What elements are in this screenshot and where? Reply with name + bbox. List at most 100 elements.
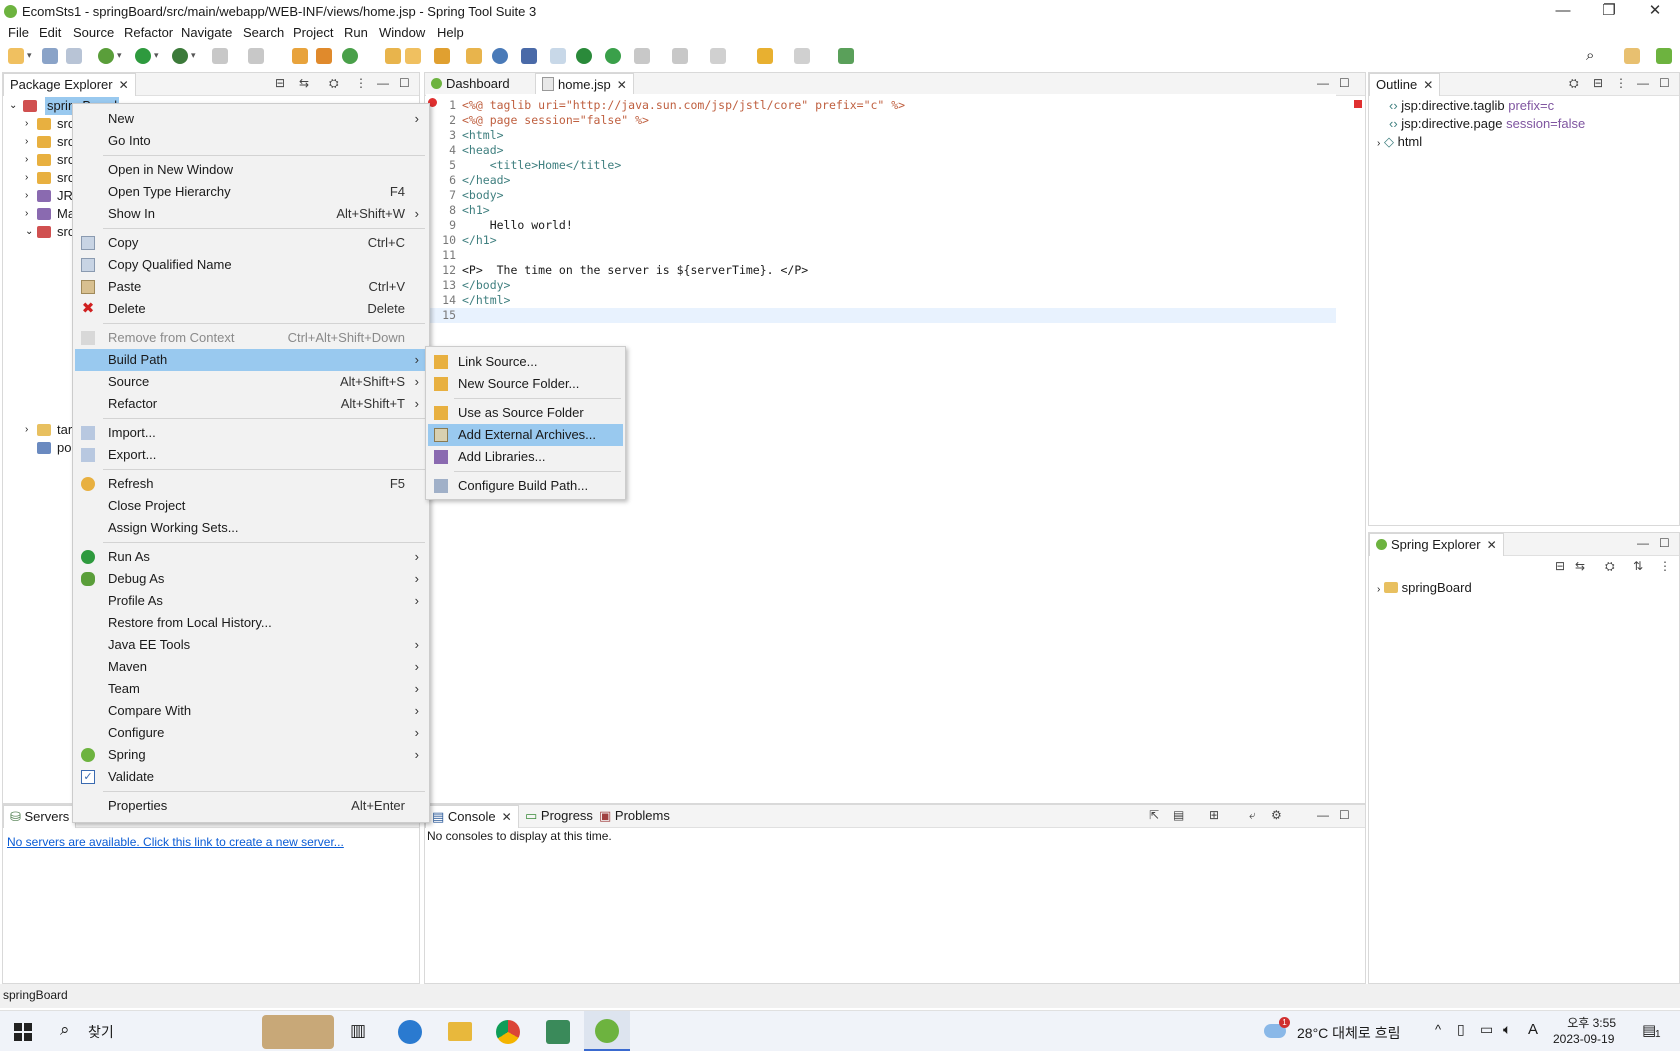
code-line[interactable]: 6 </head> (426, 173, 1336, 188)
menu-item-maven[interactable]: Maven › (75, 656, 427, 678)
chevron-down-icon[interactable]: ⌄ (25, 223, 33, 241)
view-menu-icon[interactable]: ⋮ (1659, 559, 1671, 573)
tab-dashboard[interactable]: Dashboard (425, 73, 516, 95)
ime-indicator[interactable]: A (1528, 1021, 1538, 1038)
code-line[interactable]: 4 <head> (426, 143, 1336, 158)
chevron-down-icon[interactable]: ▾ (191, 50, 196, 61)
disconnect-icon[interactable] (248, 48, 264, 64)
code-line[interactable]: 7 <body> (426, 188, 1336, 203)
minimize-view-icon[interactable]: — (1637, 536, 1649, 550)
menu-edit[interactable]: Edit (39, 25, 61, 40)
maximize-view-icon[interactable]: ☐ (1659, 76, 1670, 90)
volume-icon[interactable]: 🔈︎ (1503, 1021, 1511, 1038)
spring-project-item[interactable]: › springBoard (1377, 579, 1472, 597)
view-menu-icon[interactable]: ⋮ (1615, 76, 1627, 90)
maximize-view-icon[interactable]: ☐ (1339, 808, 1350, 822)
menu-project[interactable]: Project (293, 25, 333, 40)
close-icon[interactable]: ✕ (119, 78, 129, 92)
sort-icon[interactable]: ⇅ (1633, 559, 1643, 573)
link-editor-icon[interactable]: ⇆ (1575, 559, 1585, 573)
windows-start-icon[interactable] (14, 1023, 32, 1041)
menu-item-copy-qualified-name[interactable]: Copy Qualified Name (75, 254, 427, 276)
menu-item-profile-as[interactable]: Profile As › (75, 590, 427, 612)
menu-window[interactable]: Window (379, 25, 425, 40)
back-arrow-icon[interactable] (757, 48, 773, 64)
tab-problems[interactable]: ▣ Problems (593, 805, 676, 827)
menu-item-refresh[interactable]: Refresh F5 (75, 473, 427, 495)
pin-console-icon[interactable]: ⇱ (1149, 808, 1159, 822)
menu-item-validate[interactable]: ✓ Validate (75, 766, 427, 788)
outline-item[interactable]: › ◇ html (1377, 133, 1422, 151)
menu-item-configure[interactable]: Configure › (75, 722, 427, 744)
chevron-right-icon[interactable]: › (25, 169, 28, 187)
minimize-view-icon[interactable]: — (1317, 76, 1329, 90)
close-icon[interactable]: ✕ (617, 78, 627, 92)
app-icon[interactable] (546, 1020, 570, 1044)
weather-text[interactable]: 28°C 대체로 흐림 (1297, 1023, 1400, 1043)
chevron-right-icon[interactable]: › (1377, 138, 1380, 149)
maximize-view-icon[interactable]: ☐ (1339, 76, 1350, 90)
collapse-all-icon[interactable]: ⊟ (1555, 559, 1565, 573)
close-button[interactable]: ✕ (1632, 0, 1678, 24)
menu-item-team[interactable]: Team › (75, 678, 427, 700)
pin-editor-icon[interactable] (838, 48, 854, 64)
open-folder-icon[interactable] (385, 48, 401, 64)
spring-tool-suite-taskbar-button[interactable] (584, 1011, 630, 1051)
menu-item-spring[interactable]: Spring › (75, 744, 427, 766)
open-perspective-icon[interactable] (1624, 48, 1640, 64)
code-line[interactable]: 10 </h1> (426, 233, 1336, 248)
filter-icon[interactable]: ⛭ (1569, 76, 1579, 91)
clock-date[interactable]: 2023-09-19 (1553, 1032, 1614, 1046)
edge-browser-icon[interactable] (398, 1020, 422, 1044)
file-explorer-icon[interactable] (448, 1022, 472, 1041)
tab-console[interactable]: ▤ Console ✕ (425, 805, 519, 828)
menu-item-open-type-hierarchy[interactable]: Open Type Hierarchy F4 (75, 181, 427, 203)
outline-item[interactable]: ‹› jsp:directive.page session=false (1389, 115, 1585, 133)
chevron-right-icon[interactable]: › (25, 115, 28, 133)
globe-icon[interactable] (492, 48, 508, 64)
chevron-right-icon[interactable]: › (25, 151, 28, 169)
search-icon[interactable]: ⌕ (1586, 48, 1602, 64)
close-icon[interactable]: ✕ (1487, 538, 1497, 552)
spring-perspective-icon[interactable] (1656, 48, 1672, 64)
chevron-down-icon[interactable]: ⌄ (9, 97, 17, 115)
refresh-run-icon[interactable] (342, 48, 358, 64)
taskbar-search-label[interactable]: 찾기 (88, 1022, 114, 1042)
chevron-right-icon[interactable]: › (25, 133, 28, 151)
code-line[interactable]: 12 <P> The time on the server is ${server… (426, 263, 1336, 278)
menu-item-import[interactable]: Import... (75, 422, 427, 444)
code-line[interactable]: 9 Hello world! (426, 218, 1336, 233)
code-line[interactable]: 14 </html> (426, 293, 1336, 308)
chevron-down-icon[interactable]: ▾ (154, 50, 159, 61)
save-icon[interactable] (42, 48, 58, 64)
menu-file[interactable]: File (8, 25, 29, 40)
menu-item-assign-working-sets[interactable]: Assign Working Sets... (75, 517, 427, 539)
menu-run[interactable]: Run (344, 25, 368, 40)
tab-package-explorer[interactable]: Package Explorer ✕ (3, 73, 136, 96)
search-marker-icon[interactable] (550, 48, 566, 64)
submenu-item-add-libraries[interactable]: Add Libraries... (428, 446, 623, 468)
menu-item-show-in[interactable]: Show In Alt+Shift+W › (75, 203, 427, 225)
submenu-item-add-external-archives[interactable]: Add External Archives... (428, 424, 623, 446)
menu-item-delete[interactable]: ✖ Delete Delete (75, 298, 427, 320)
next-annotation-icon[interactable] (634, 48, 650, 64)
menu-item-close-project[interactable]: Close Project (75, 495, 427, 517)
close-icon[interactable]: ✕ (502, 810, 512, 824)
search-icon[interactable]: ⌕ (60, 1020, 70, 1040)
menu-source[interactable]: Source (73, 25, 114, 40)
minimize-view-icon[interactable]: — (377, 76, 389, 90)
menu-item-export[interactable]: Export... (75, 444, 427, 466)
link-editor-icon[interactable]: ⇆ (299, 76, 309, 90)
last-edit-icon[interactable] (710, 48, 726, 64)
power-icon[interactable] (576, 48, 592, 64)
view-menu-icon[interactable]: ⋮ (355, 76, 367, 90)
submenu-item-link-source[interactable]: Link Source... (428, 351, 623, 373)
menu-item-copy[interactable]: Copy Ctrl+C (75, 232, 427, 254)
menu-item-run-as[interactable]: Run As › (75, 546, 427, 568)
submenu-item-configure-build-path[interactable]: Configure Build Path... (428, 475, 623, 497)
forward-arrow-icon[interactable] (794, 48, 810, 64)
chevron-right-icon[interactable]: › (25, 205, 28, 223)
save-all-icon[interactable] (66, 48, 82, 64)
code-line-current[interactable]: 15 (426, 308, 1336, 323)
wand-icon[interactable] (434, 48, 450, 64)
